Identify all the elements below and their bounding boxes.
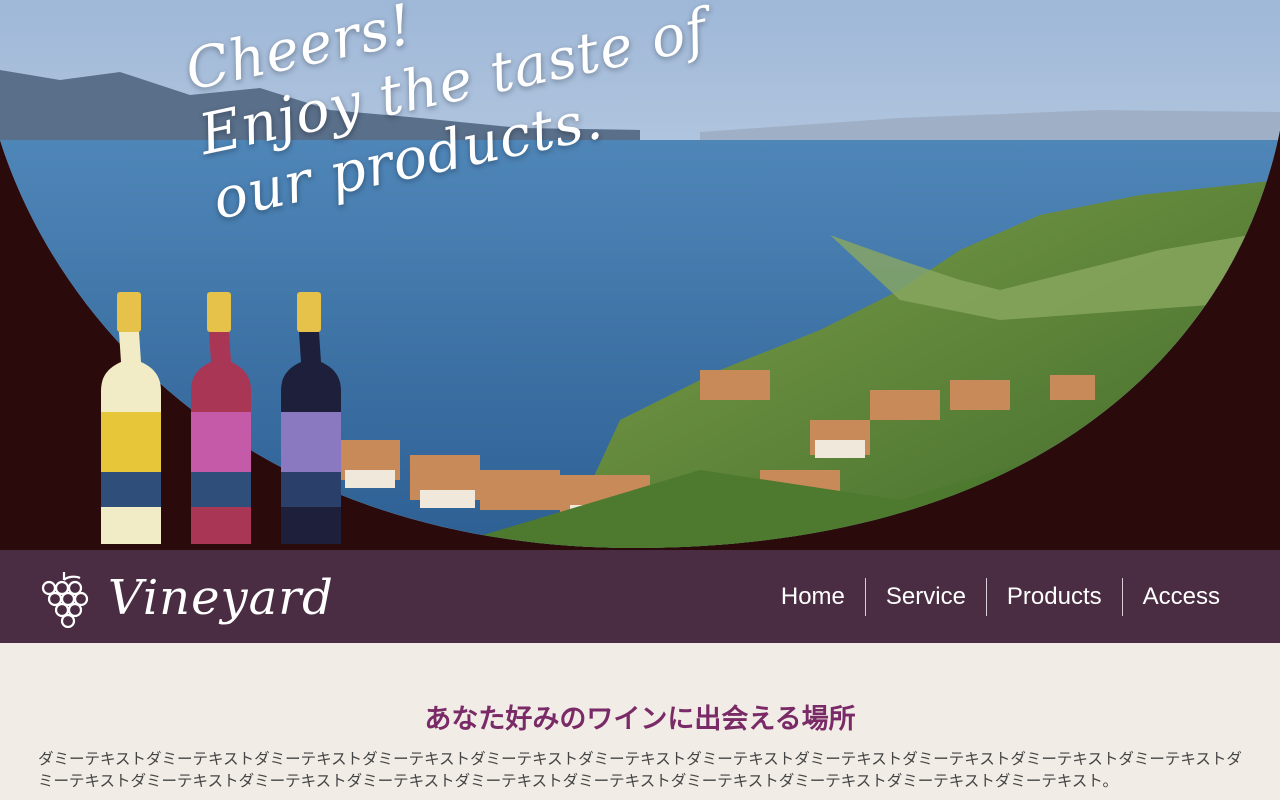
nav-service[interactable]: Service — [864, 578, 986, 616]
logo[interactable]: Vineyard — [34, 568, 334, 628]
logo-text: Vineyard — [108, 570, 334, 626]
nav-home[interactable]: Home — [761, 578, 865, 616]
white-wine-bottle — [101, 292, 161, 544]
main-nav: Home Service Products Access — [761, 578, 1240, 616]
section-body-text: ダミーテキストダミーテキストダミーテキストダミーテキストダミーテキストダミーテキ… — [38, 750, 1242, 790]
intro-section: あなた好みのワインに出会える場所 ダミーテキストダミーテキストダミーテキストダミ… — [0, 643, 1280, 800]
section-heading: あなた好みのワインに出会える場所 — [424, 704, 856, 735]
red-wine-bottle — [281, 292, 341, 544]
rose-wine-bottle — [191, 292, 251, 544]
site-header: Vineyard Home Service Products Access — [0, 550, 1280, 643]
nav-access[interactable]: Access — [1121, 578, 1240, 616]
grape-icon — [41, 572, 89, 628]
nav-products[interactable]: Products — [985, 578, 1122, 616]
hero-banner: Cheers! Enjoy the taste of our products. — [0, 0, 1280, 550]
wine-bottles-image — [101, 292, 341, 544]
